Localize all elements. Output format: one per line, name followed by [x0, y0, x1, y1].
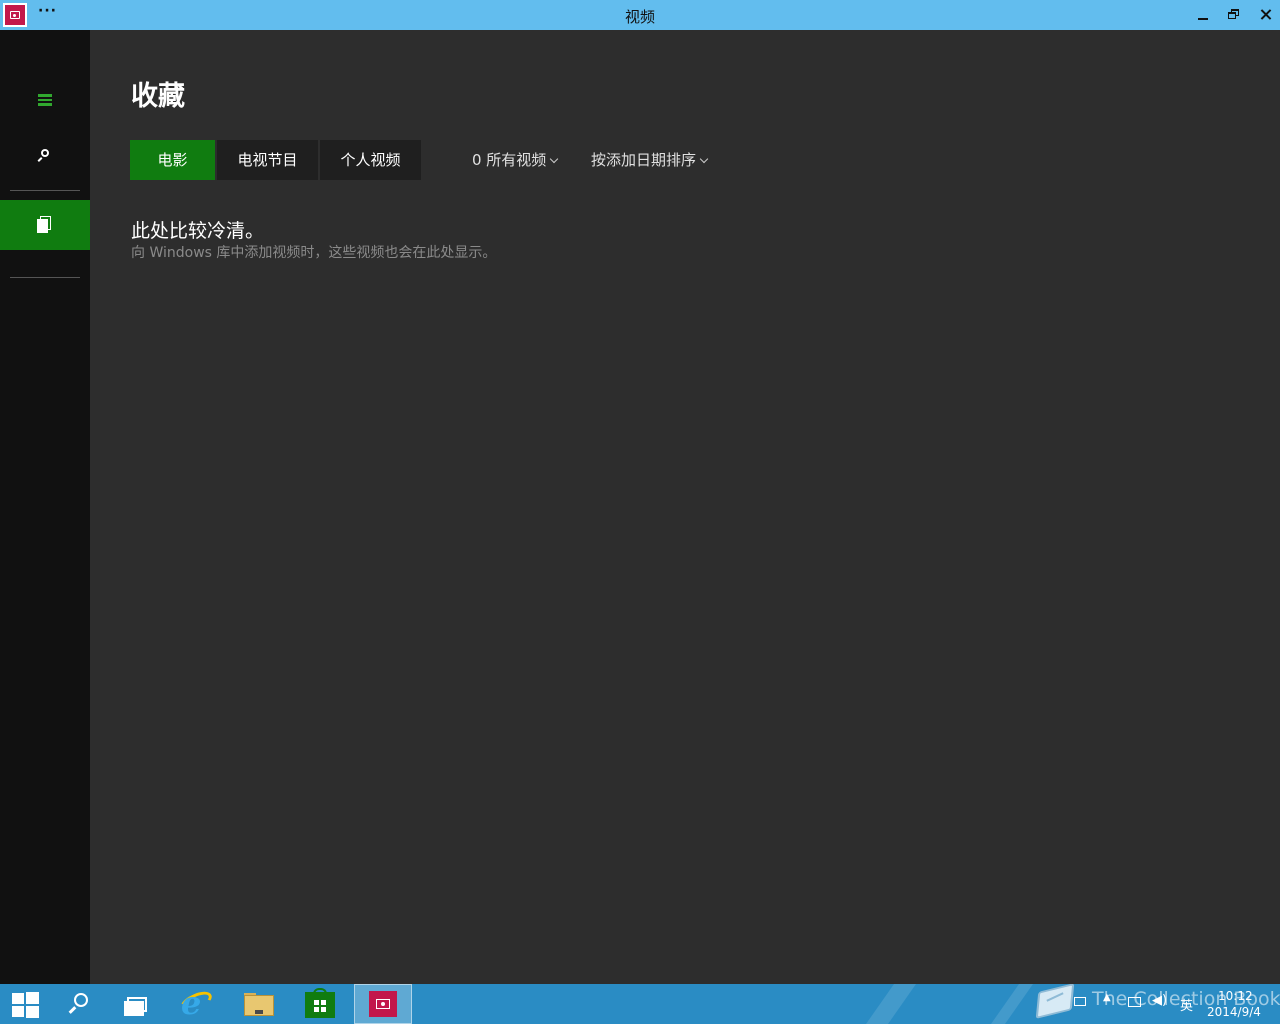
file-explorer-icon[interactable]	[229, 984, 289, 1024]
tab-personal-videos[interactable]: 个人视频	[320, 140, 421, 180]
close-button[interactable]	[1250, 0, 1280, 30]
store-icon[interactable]	[290, 984, 350, 1024]
chevron-down-icon	[550, 154, 559, 164]
clock-date[interactable]: 2014/9/4	[1207, 1005, 1261, 1019]
main-content: 收藏 电影 电视节目 个人视频 0 所有视频 按添加日期排序 此处比较冷清。 向…	[90, 30, 1280, 984]
tab-movies[interactable]: 电影	[130, 140, 215, 180]
sidebar-divider	[10, 190, 80, 191]
keyboard-icon[interactable]	[1074, 997, 1086, 1006]
task-view-icon[interactable]	[108, 984, 168, 1024]
empty-state-description: 向 Windows 库中添加视频时，这些视频也会在此处显示。	[131, 245, 497, 261]
title-bar: ··· 视频	[0, 0, 1280, 30]
filter-dropdown[interactable]: 0 所有视频	[472, 140, 559, 180]
book-logo-icon	[1032, 984, 1078, 1022]
taskbar-decoration	[865, 984, 917, 1024]
sort-dropdown[interactable]: 按添加日期排序	[591, 140, 709, 180]
sidebar	[0, 30, 90, 984]
window-title: 视频	[624, 8, 655, 26]
empty-state-title: 此处比较冷清。	[131, 220, 265, 242]
sort-dropdown-label: 按添加日期排序	[591, 151, 697, 169]
search-icon[interactable]	[30, 140, 60, 170]
internet-explorer-icon[interactable]: e	[167, 984, 227, 1024]
restore-button[interactable]	[1218, 0, 1250, 30]
taskbar-decoration	[990, 984, 1034, 1024]
tab-tv-shows[interactable]: 电视节目	[217, 140, 318, 180]
video-app-taskbar-button[interactable]	[354, 984, 412, 1024]
taskbar: e ▲ ◀) 英 The Collection Book 10:12 2014/…	[0, 984, 1280, 1024]
sidebar-divider	[10, 277, 80, 278]
page-title: 收藏	[131, 81, 185, 112]
chevron-down-icon	[699, 154, 709, 164]
minimize-button[interactable]	[1188, 0, 1220, 30]
filter-dropdown-label: 0 所有视频	[472, 151, 547, 169]
taskbar-search-icon[interactable]	[50, 984, 110, 1024]
clock-time[interactable]: 10:12	[1218, 989, 1253, 1003]
hamburger-menu-icon[interactable]	[30, 85, 60, 113]
sidebar-item-collection[interactable]	[0, 200, 90, 250]
